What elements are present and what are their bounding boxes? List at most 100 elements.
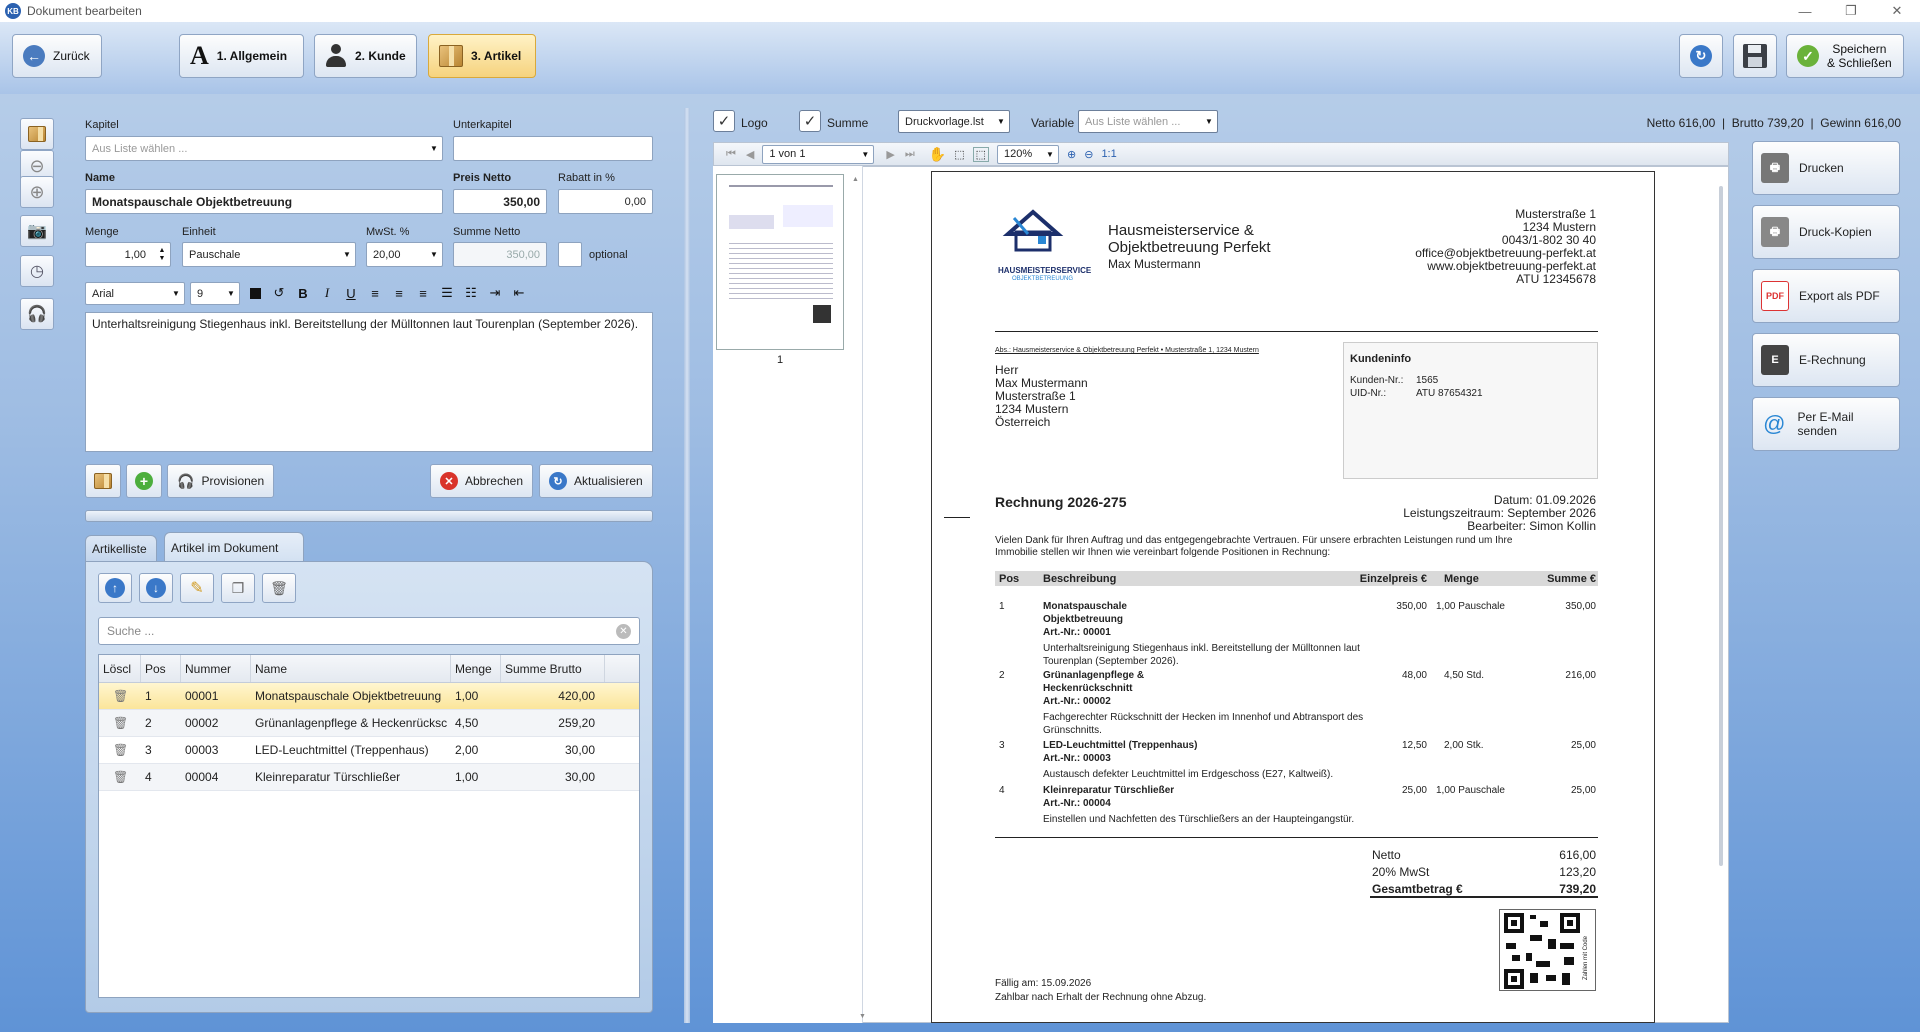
maximize-icon[interactable]: ❐ bbox=[1828, 0, 1874, 22]
timer-button[interactable]: ◷ bbox=[20, 255, 54, 287]
bold-icon[interactable]: B bbox=[291, 282, 315, 304]
kapitel-select[interactable]: Aus Liste wählen ... ▼ bbox=[85, 136, 443, 161]
item-desc-line1: Fachgerechter Rückschnitt der Hecken im … bbox=[1043, 712, 1364, 723]
mwst-select[interactable]: 20,00 ▼ bbox=[366, 242, 443, 267]
company-name-line2: Objektbetreuung Perfekt bbox=[1108, 239, 1271, 256]
font-size-select[interactable]: 9 ▼ bbox=[190, 282, 240, 305]
preview-scrollbar[interactable] bbox=[1719, 186, 1723, 866]
template-select[interactable]: Druckvorlage.lst ▼ bbox=[898, 110, 1010, 133]
italic-icon[interactable]: I bbox=[315, 282, 339, 304]
article-box-small-button[interactable] bbox=[85, 464, 121, 498]
last-page-icon[interactable]: ⏭ bbox=[905, 148, 915, 161]
bullet-list-icon[interactable]: ☰ bbox=[435, 282, 459, 304]
spinner-icon[interactable]: ▲ ▼ bbox=[154, 243, 170, 266]
floppy-disk-icon bbox=[1743, 44, 1767, 68]
export-pdf-button[interactable]: PDF Export als PDF bbox=[1752, 269, 1900, 323]
provisionen-button[interactable]: 🎧 Provisionen bbox=[167, 464, 274, 498]
zoom-in-icon[interactable]: ⊕ bbox=[1067, 148, 1076, 161]
search-input[interactable]: Suche ... ✕ bbox=[98, 617, 640, 645]
add-article-button[interactable]: + bbox=[126, 464, 162, 498]
zoom-select[interactable]: 120% ▼ bbox=[997, 144, 1059, 164]
horizontal-splitter[interactable] bbox=[85, 510, 653, 522]
first-page-icon[interactable]: ⏮ bbox=[726, 148, 736, 161]
table-row[interactable]: 🗑 1 00001 Monatspauschale Objektbetreuun… bbox=[99, 683, 639, 710]
next-page-icon[interactable]: ▶ bbox=[886, 148, 894, 161]
vertical-splitter[interactable] bbox=[684, 108, 690, 1023]
camera-button[interactable]: 📷 bbox=[20, 215, 54, 247]
numbered-list-icon[interactable]: ☷ bbox=[459, 282, 483, 304]
abbrechen-button[interactable]: ✕ Abbrechen bbox=[430, 464, 533, 498]
einheit-select[interactable]: Pauschale ▼ bbox=[182, 242, 356, 267]
align-left-icon[interactable]: ≡ bbox=[363, 282, 387, 304]
back-button[interactable]: ← Zurück bbox=[12, 34, 102, 78]
move-down-button[interactable]: ↓ bbox=[139, 573, 173, 603]
close-icon[interactable]: ✕ bbox=[1874, 0, 1920, 22]
name-input[interactable]: Monatspauschale Objektbetreuung bbox=[85, 189, 443, 214]
preis-input[interactable]: 350,00 bbox=[453, 189, 547, 214]
table-row[interactable]: 🗑 2 00002 Grünanlagenpflege & Heckenrück… bbox=[99, 710, 639, 737]
prev-page-icon[interactable]: ◀ bbox=[746, 148, 754, 161]
clear-icon[interactable]: ✕ bbox=[616, 623, 631, 639]
add-button[interactable]: ⊕ bbox=[20, 176, 54, 208]
table-row[interactable]: 🗑 3 00003 LED-Leuchtmittel (Treppenhaus)… bbox=[99, 737, 639, 764]
rabatt-input[interactable]: 0,00 bbox=[558, 189, 653, 214]
zoom-actual-size[interactable]: 1:1 bbox=[1101, 148, 1116, 160]
row-summe: 259,20 bbox=[558, 716, 595, 730]
e-rechnung-button[interactable]: E E-Rechnung bbox=[1752, 333, 1900, 387]
minimize-icon[interactable]: — bbox=[1782, 0, 1828, 22]
print-copies-button[interactable]: 🖶 Druck-Kopien bbox=[1752, 205, 1900, 259]
zoom-out-icon[interactable]: ⊖ bbox=[1084, 148, 1093, 161]
undo-icon[interactable]: ↺ bbox=[267, 282, 291, 304]
tab-artikelliste[interactable]: Artikelliste bbox=[85, 535, 157, 562]
zoom-select-icon[interactable]: ⬚ bbox=[972, 146, 989, 162]
menge-stepper[interactable]: 1,00 ▲ ▼ bbox=[85, 242, 171, 267]
description-editor[interactable]: Unterhaltsreinigung Stiegenhaus inkl. Be… bbox=[85, 312, 653, 452]
support-button[interactable]: 🎧 bbox=[20, 298, 54, 330]
trash-icon[interactable]: 🗑 bbox=[113, 689, 128, 703]
save-close-button[interactable]: ✓ Speichern & Schließen bbox=[1786, 34, 1904, 78]
edit-button[interactable]: ✎ bbox=[180, 573, 214, 603]
move-up-button[interactable]: ↑ bbox=[98, 573, 132, 603]
col-nummer[interactable]: Nummer bbox=[181, 655, 251, 682]
copy-button[interactable]: ❐ bbox=[221, 573, 255, 603]
tab-allgemein[interactable]: A 1. Allgemein bbox=[179, 34, 304, 78]
text-color-icon[interactable] bbox=[243, 282, 267, 304]
page-select[interactable]: 1 von 1 ▼ bbox=[762, 144, 875, 164]
trash-icon[interactable]: 🗑 bbox=[113, 743, 128, 757]
table-row[interactable]: 🗑 4 00004 Kleinreparatur Türschließer 1,… bbox=[99, 764, 639, 791]
aktualisieren-button[interactable]: ↻ Aktualisieren bbox=[539, 464, 653, 498]
trash-icon[interactable]: 🗑 bbox=[113, 716, 128, 730]
refresh-button[interactable]: ↻ bbox=[1679, 34, 1723, 78]
print-button[interactable]: 🖶 Drucken bbox=[1752, 141, 1900, 195]
optional-checkbox[interactable] bbox=[558, 242, 582, 267]
tab-artikel-im-dokument[interactable]: Artikel im Dokument bbox=[164, 532, 304, 562]
trash-icon[interactable]: 🗑 bbox=[113, 770, 128, 784]
outdent-icon[interactable]: ⇤ bbox=[507, 282, 531, 304]
tab-kunde[interactable]: 2. Kunde bbox=[314, 34, 417, 78]
underline-icon[interactable]: U bbox=[339, 282, 363, 304]
article-box-button[interactable] bbox=[20, 118, 54, 150]
thumbnail-scrollbar[interactable]: ▲ ▼ bbox=[852, 170, 866, 1020]
align-right-icon[interactable]: ≡ bbox=[411, 282, 435, 304]
tab-artikel[interactable]: 3. Artikel bbox=[428, 34, 536, 78]
delete-button[interactable]: 🗑 bbox=[262, 573, 296, 603]
unterkapitel-input[interactable] bbox=[453, 136, 653, 161]
summe-checkbox[interactable]: ✓ bbox=[799, 110, 821, 132]
logo-checkbox[interactable]: ✓ bbox=[713, 110, 735, 132]
indent-icon[interactable]: ⇥ bbox=[483, 282, 507, 304]
row-name: Monatspauschale Objektbetreuung bbox=[255, 689, 442, 703]
font-select[interactable]: Arial ▼ bbox=[85, 282, 185, 305]
variable-select[interactable]: Aus Liste wählen ... ▼ bbox=[1078, 110, 1218, 133]
col-pos[interactable]: Pos bbox=[141, 655, 181, 682]
save-button[interactable] bbox=[1733, 34, 1777, 78]
align-center-icon[interactable]: ≡ bbox=[387, 282, 411, 304]
col-name[interactable]: Name bbox=[251, 655, 451, 682]
col-loeschen[interactable]: Löscl bbox=[99, 655, 141, 682]
hand-tool-icon[interactable]: ✋ bbox=[929, 146, 946, 163]
col-summe-brutto[interactable]: Summe Brutto bbox=[501, 655, 605, 682]
email-button[interactable]: @ Per E-Mail senden bbox=[1752, 397, 1900, 451]
zoom-area-icon[interactable]: ⬚ bbox=[954, 148, 964, 161]
font-size-value: 9 bbox=[197, 287, 204, 300]
page-thumbnail[interactable] bbox=[716, 174, 844, 350]
col-menge[interactable]: Menge bbox=[451, 655, 501, 682]
